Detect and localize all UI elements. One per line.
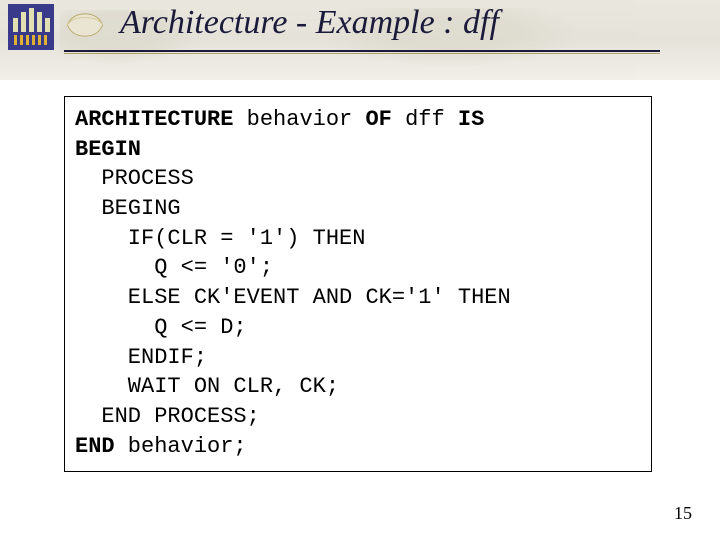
code-text: behavior	[233, 107, 365, 132]
slide-title: Architecture - Example : dff	[120, 4, 499, 42]
logo-base	[14, 35, 48, 45]
code-text: PROCESS	[75, 166, 194, 191]
code-kw: OF	[365, 107, 391, 132]
code-text: Q <= D;	[75, 315, 247, 340]
code-text: behavior;	[115, 434, 247, 459]
code-text: BEGING	[75, 196, 181, 221]
code-text: dff	[392, 107, 458, 132]
code-text: ELSE CK'EVENT AND CK='1' THEN	[75, 285, 511, 310]
code-kw: END	[75, 434, 115, 459]
title-underline	[64, 50, 660, 52]
code-text: IF(CLR = '1') THEN	[75, 226, 365, 251]
slide-logo	[8, 4, 54, 50]
code-text: WAIT ON CLR, CK;	[75, 374, 339, 399]
code-kw: IS	[458, 107, 484, 132]
code-text: ENDIF;	[75, 345, 207, 370]
code-text: END PROCESS;	[75, 404, 260, 429]
page-number: 15	[674, 503, 692, 524]
code-text: Q <= '0';	[75, 255, 273, 280]
title-bullet-icon	[66, 12, 104, 38]
logo-bars	[13, 8, 50, 32]
code-block: ARCHITECTURE behavior OF dff IS BEGIN PR…	[64, 96, 652, 472]
code-kw: ARCHITECTURE	[75, 107, 233, 132]
code-kw: BEGIN	[75, 137, 141, 162]
